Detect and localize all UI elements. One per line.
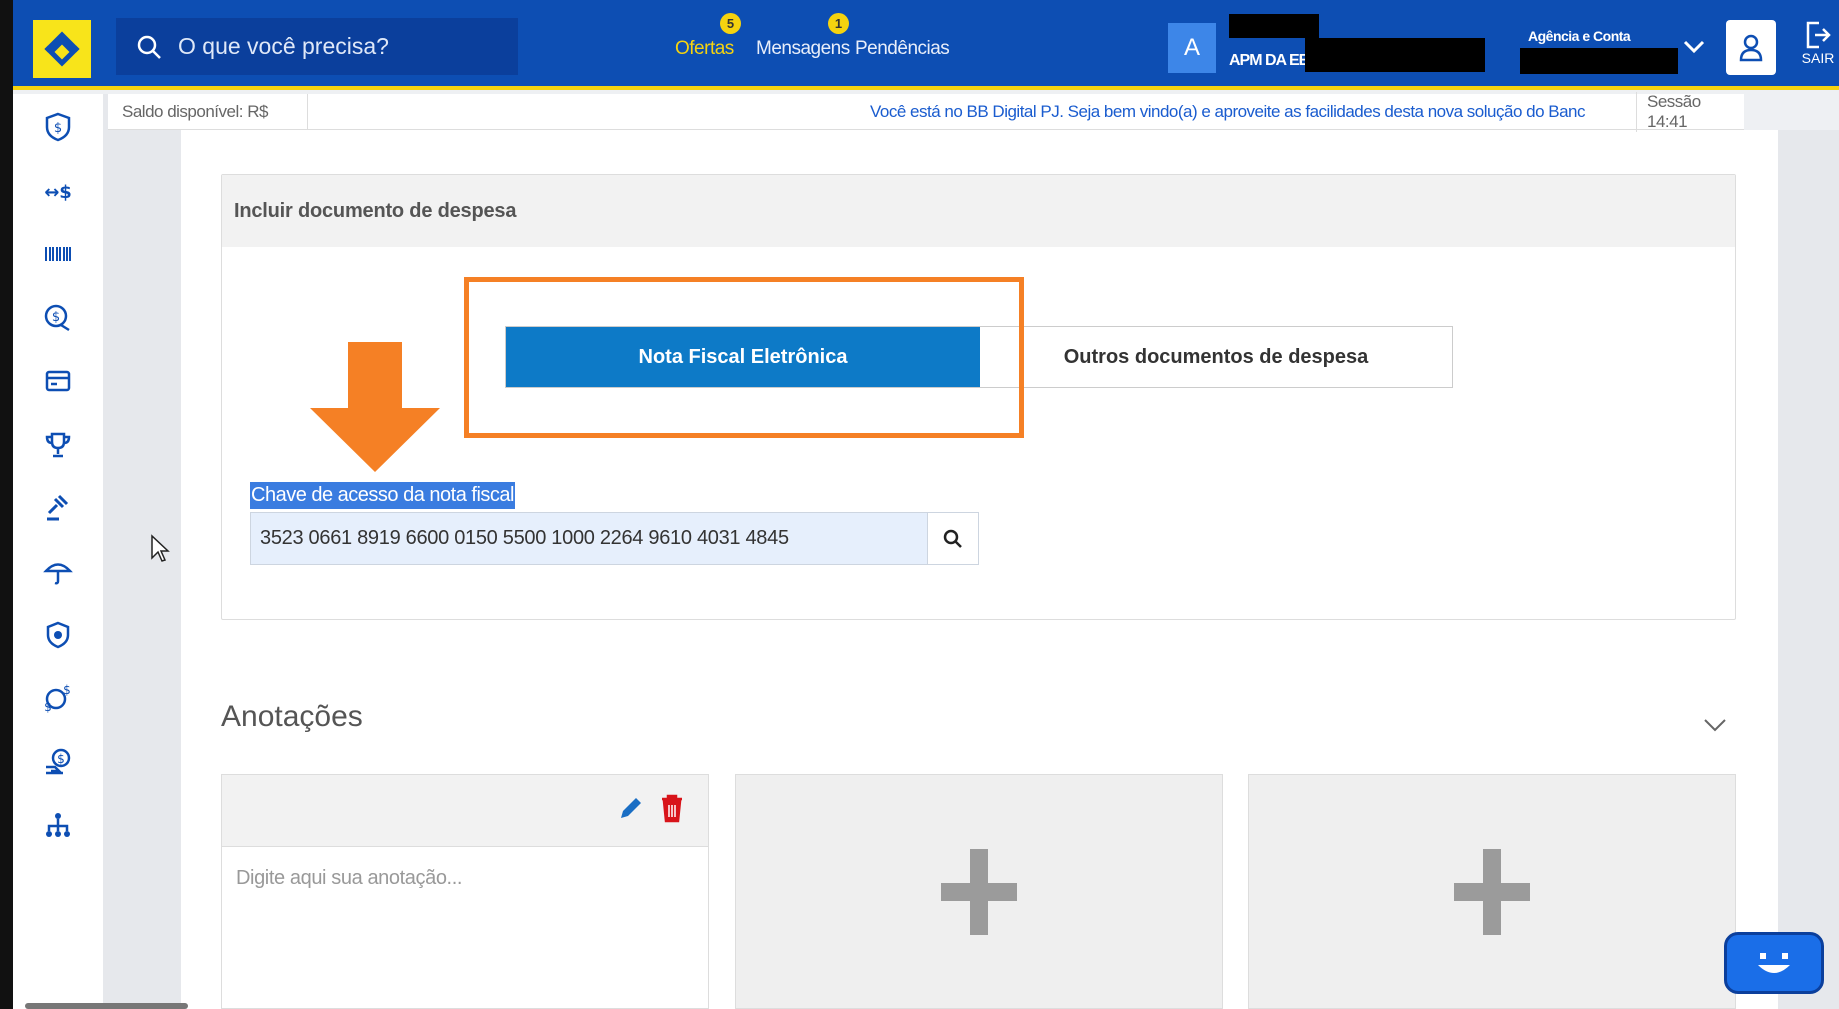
note-card: Digite aqui sua anotação... — [221, 774, 709, 1009]
money-hand-icon[interactable]: $ — [41, 301, 75, 335]
search-bar[interactable]: O que você precisa? — [116, 18, 518, 75]
logo-icon — [44, 31, 80, 67]
svg-text:$: $ — [63, 683, 71, 697]
svg-text:↔$: ↔$ — [44, 182, 72, 203]
redacted-company — [1305, 38, 1485, 72]
search-icon — [943, 529, 962, 548]
card-title: Incluir documento de despesa — [222, 175, 1735, 247]
search-placeholder: O que você precisa? — [178, 33, 389, 59]
ofertas-badge: 5 — [720, 13, 741, 34]
transfer-icon[interactable]: ↔$ — [41, 174, 75, 208]
search-icon — [137, 35, 161, 59]
logout-label: SAIR — [1801, 50, 1835, 66]
profile-button[interactable] — [1726, 20, 1776, 75]
session-timer: Sessão 14:41 — [1636, 91, 1744, 132]
trophy-icon[interactable] — [41, 428, 75, 462]
note-toolbar — [222, 775, 708, 847]
tab-outros-documentos[interactable]: Outros documentos de despesa — [980, 327, 1452, 387]
add-note-button[interactable] — [735, 774, 1223, 1009]
exchange-icon[interactable]: $ $ — [41, 681, 75, 715]
plus-icon — [1454, 848, 1530, 935]
mouse-pointer-icon — [151, 534, 170, 562]
access-key-search-button[interactable] — [927, 513, 978, 564]
access-key-label: Chave de acesso da nota fiscal — [250, 482, 515, 509]
trash-icon[interactable] — [659, 793, 685, 823]
bank-logo[interactable] — [33, 20, 91, 78]
card-icon[interactable] — [41, 364, 75, 398]
agency-label: Agência e Conta — [1528, 28, 1631, 44]
svg-text:$: $ — [57, 752, 65, 766]
user-icon — [1739, 34, 1763, 61]
logout-icon — [1806, 21, 1831, 49]
add-note-button[interactable] — [1248, 774, 1736, 1009]
access-key-input[interactable] — [251, 513, 927, 564]
nav-ofertas[interactable]: Ofertas — [675, 38, 734, 60]
mensagens-badge: 1 — [828, 13, 849, 34]
chevron-down-icon[interactable] — [1683, 40, 1705, 54]
top-header: O que você precisa? Ofertas 5 Mensagens … — [13, 0, 1839, 90]
window-edge — [0, 0, 13, 1009]
umbrella-icon[interactable] — [41, 554, 75, 588]
annotation-arrow-down-icon — [310, 342, 440, 472]
shield-icon[interactable] — [41, 618, 75, 652]
chevron-down-icon[interactable] — [1703, 718, 1727, 732]
annotation-highlight-box — [464, 277, 1024, 438]
loan-icon[interactable]: $ — [41, 745, 75, 779]
gavel-icon[interactable] — [41, 491, 75, 525]
welcome-marquee: Você está no BB Digital PJ. Seja bem vin… — [870, 101, 1586, 121]
svg-text:$: $ — [52, 310, 60, 325]
org-chart-icon[interactable] — [41, 808, 75, 842]
note-placeholder[interactable]: Digite aqui sua anotação... — [222, 847, 708, 910]
nav-pendencias[interactable]: Pendências — [855, 38, 950, 60]
access-key-field — [250, 512, 979, 565]
svg-text:$: $ — [54, 121, 62, 136]
svg-text:$: $ — [44, 700, 52, 713]
chatbot-smile-icon — [1758, 953, 1790, 973]
pencil-icon[interactable] — [617, 794, 645, 822]
shield-money-icon[interactable]: $ — [41, 110, 75, 144]
redacted-account — [1520, 48, 1678, 74]
side-rail: $ ↔$ $ $ $ $ — [13, 94, 103, 1009]
barcode-icon[interactable] — [41, 237, 75, 271]
user-company: APM DA EE — [1229, 52, 1309, 69]
info-bar: Saldo disponível: R$ Você está no BB Dig… — [108, 91, 1744, 132]
horizontal-scrollbar[interactable] — [25, 1003, 188, 1009]
saldo-disponivel: Saldo disponível: R$ — [108, 94, 308, 129]
notes-title: Anotações — [221, 700, 363, 733]
user-avatar[interactable]: A — [1168, 23, 1216, 73]
redacted-name — [1229, 14, 1319, 38]
right-gutter — [1778, 130, 1839, 1009]
chatbot-button[interactable] — [1724, 932, 1824, 994]
logout-button[interactable]: SAIR — [1796, 20, 1839, 66]
nav-mensagens[interactable]: Mensagens — [756, 38, 850, 60]
plus-icon — [941, 848, 1017, 935]
